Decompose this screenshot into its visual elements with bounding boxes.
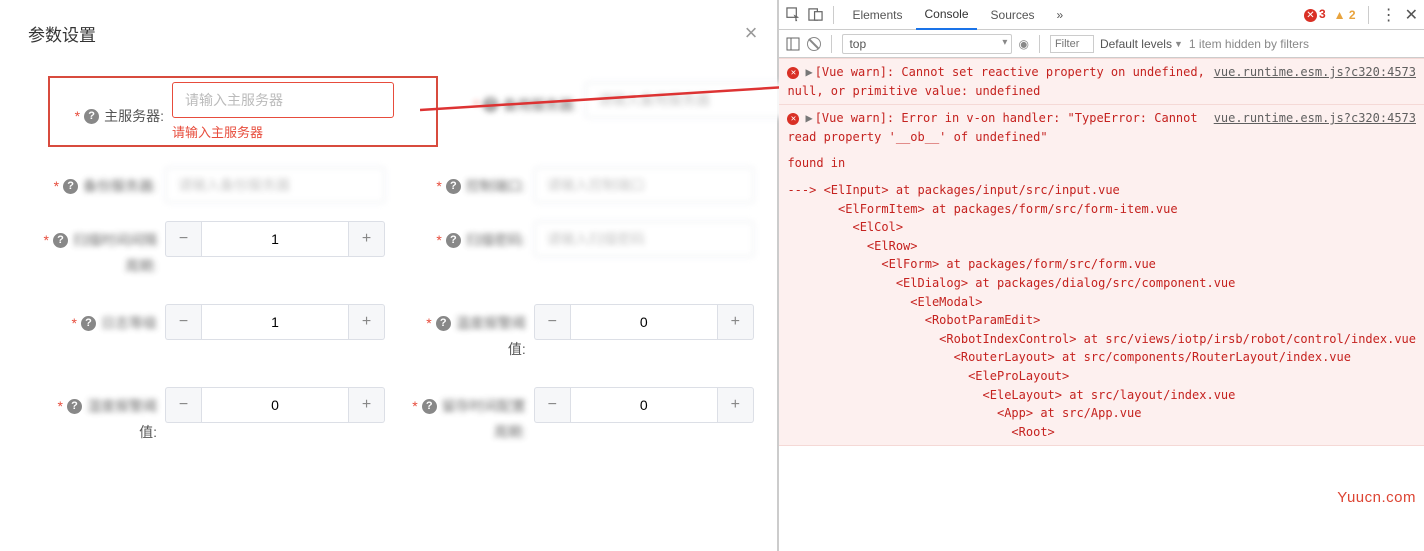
filter-input[interactable]	[1050, 35, 1094, 53]
expand-icon[interactable]: ▶	[805, 111, 812, 125]
threshold2-value[interactable]	[201, 387, 349, 423]
highlight-box: * ? 主服务器: 请输入主服务器	[48, 76, 438, 147]
dialog-panel: 参数设置 × * ? 主服务器: 请输入主服务器	[0, 0, 779, 551]
plus-icon[interactable]: +	[349, 387, 385, 423]
log-levels-select[interactable]: Default levels ▼	[1100, 37, 1183, 51]
device-icon[interactable]	[807, 7, 823, 23]
help-icon[interactable]: ?	[67, 399, 82, 414]
close-icon[interactable]: ×	[745, 20, 758, 46]
tab-sources[interactable]: Sources	[983, 2, 1043, 28]
log-source-link[interactable]: vue.runtime.esm.js?c320:4573	[1214, 109, 1416, 128]
help-icon[interactable]: ?	[84, 109, 99, 124]
error-badge[interactable]: ✕3	[1304, 7, 1326, 22]
stack-trace: ---> <ElInput> at packages/input/src/inp…	[787, 181, 1416, 441]
error-icon: ✕	[787, 67, 799, 79]
help-icon[interactable]: ?	[63, 179, 78, 194]
settings-icon[interactable]: ⋮	[1381, 5, 1397, 25]
tabs-overflow[interactable]: »	[1049, 2, 1072, 28]
console-body: vue.runtime.esm.js?c320:4573 ✕▶[Vue warn…	[779, 58, 1424, 551]
found-in-label: found in	[787, 154, 1416, 173]
field6-label: 扫描密码:	[466, 230, 526, 250]
plus-icon[interactable]: +	[349, 221, 385, 257]
log-source-link[interactable]: vue.runtime.esm.js?c320:4573	[1214, 63, 1416, 82]
help-icon[interactable]: ?	[446, 233, 461, 248]
context-select[interactable]: top	[842, 34, 1012, 54]
dialog-title: 参数设置	[28, 21, 96, 46]
level-value[interactable]	[201, 304, 349, 340]
interval-sub: 周期:	[20, 256, 165, 276]
threshold1-stepper[interactable]: − +	[534, 304, 754, 340]
level-stepper[interactable]: − +	[165, 304, 385, 340]
devtools-close-icon[interactable]: ✕	[1405, 5, 1418, 25]
field4-input[interactable]	[534, 167, 754, 203]
threshold3-label: 留存时间配置	[442, 396, 526, 416]
clear-console-icon[interactable]	[807, 37, 821, 51]
help-icon[interactable]: ?	[53, 233, 68, 248]
backup-server-label: 备用服务器:	[503, 95, 577, 115]
threshold2-stepper[interactable]: − +	[165, 387, 385, 423]
main-server-error: 请输入主服务器	[172, 122, 394, 141]
threshold3-sub: 周期:	[389, 422, 534, 442]
threshold3-stepper[interactable]: − +	[534, 387, 754, 423]
minus-icon[interactable]: −	[534, 387, 570, 423]
console-error-1[interactable]: vue.runtime.esm.js?c320:4573 ✕▶[Vue warn…	[779, 58, 1424, 105]
required-mark: *	[75, 108, 80, 124]
backup-server-input[interactable]	[585, 82, 805, 118]
tab-elements[interactable]: Elements	[844, 2, 910, 28]
main-server-label: 主服务器:	[104, 106, 164, 126]
console-filter-bar: top ◉ Default levels ▼ 1 item hidden by …	[779, 30, 1424, 58]
interval-value[interactable]	[201, 221, 349, 257]
watermark: Yuucn.com	[1337, 489, 1416, 506]
expand-icon[interactable]: ▶	[805, 65, 812, 79]
hidden-count: 1 item hidden by filters	[1189, 37, 1309, 51]
help-icon[interactable]: ?	[422, 399, 437, 414]
main-server-input[interactable]	[172, 82, 394, 118]
interval-label: 扫描时间间隔	[73, 230, 157, 250]
tab-console[interactable]: Console	[916, 1, 976, 30]
threshold3-value[interactable]	[570, 387, 718, 423]
plus-icon[interactable]: +	[349, 304, 385, 340]
threshold2-label: 湿度报警阈	[87, 396, 157, 416]
field3-label: 备份服务器:	[83, 176, 157, 196]
help-icon[interactable]: ?	[446, 179, 461, 194]
form-area: * ? 主服务器: 请输入主服务器 *? 备用服务器:	[0, 66, 777, 442]
console-error-2[interactable]: vue.runtime.esm.js?c320:4573 ✕▶[Vue warn…	[779, 105, 1424, 446]
help-icon[interactable]: ?	[436, 316, 451, 331]
minus-icon[interactable]: −	[165, 387, 201, 423]
field6-input[interactable]	[534, 221, 754, 257]
threshold2-sub: 值:	[20, 422, 165, 442]
help-icon[interactable]: ?	[81, 316, 96, 331]
minus-icon[interactable]: −	[534, 304, 570, 340]
threshold1-sub: 值:	[389, 339, 534, 359]
threshold1-label: 温度报警阈	[456, 313, 526, 333]
sidebar-toggle-icon[interactable]	[785, 36, 801, 52]
level-label: 日志等级	[101, 313, 157, 333]
field3-input[interactable]	[165, 167, 385, 203]
plus-icon[interactable]: +	[718, 387, 754, 423]
threshold1-value[interactable]	[570, 304, 718, 340]
error-icon: ✕	[787, 113, 799, 125]
minus-icon[interactable]: −	[165, 221, 201, 257]
devtools-tabbar: Elements Console Sources » ✕3 ▲ 2 ⋮ ✕	[779, 0, 1424, 30]
devtools-panel: Elements Console Sources » ✕3 ▲ 2 ⋮ ✕ to…	[779, 0, 1424, 551]
inspect-icon[interactable]	[785, 7, 801, 23]
warning-badge[interactable]: ▲ 2	[1334, 8, 1356, 22]
field4-label: 控制端口:	[466, 176, 526, 196]
interval-stepper[interactable]: − +	[165, 221, 385, 257]
minus-icon[interactable]: −	[165, 304, 201, 340]
plus-icon[interactable]: +	[718, 304, 754, 340]
